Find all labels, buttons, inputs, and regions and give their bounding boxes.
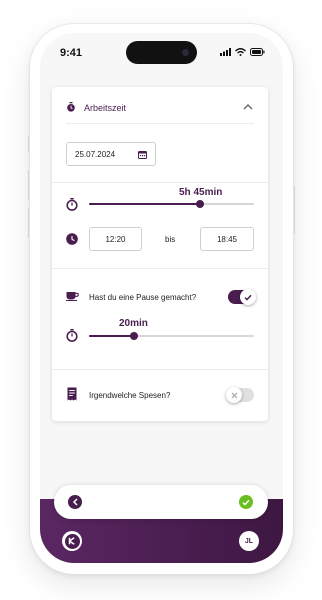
battery-icon xyxy=(250,48,265,56)
phone-screen: 9:41 Arbeitszeit 25.07.2024 5h 45min 12:… xyxy=(40,33,283,563)
stopwatch-icon xyxy=(67,102,75,112)
date-value: 25.07.2024 xyxy=(75,149,116,159)
camera-dot xyxy=(182,49,189,56)
time-range-separator: bis xyxy=(165,235,176,244)
calendar-icon[interactable] xyxy=(138,150,147,159)
clock-icon xyxy=(66,233,78,245)
app-logo-button[interactable] xyxy=(62,531,82,551)
check-icon xyxy=(242,499,250,506)
pause-duration-slider-thumb[interactable] xyxy=(129,332,138,340)
close-icon xyxy=(231,392,237,398)
signal-icon xyxy=(220,48,231,56)
pause-duration-slider[interactable] xyxy=(89,332,254,340)
work-time-card: Arbeitszeit 25.07.2024 5h 45min 12:20 bi… xyxy=(52,87,268,421)
status-time: 9:41 xyxy=(60,47,83,59)
start-time-field[interactable]: 12:20 xyxy=(89,227,142,251)
end-time-field[interactable]: 18:45 xyxy=(200,227,254,251)
back-arrow-icon xyxy=(72,498,78,506)
app-logo-icon xyxy=(64,533,80,549)
card-title: Arbeitszeit xyxy=(84,103,127,113)
avatar-initials: JL xyxy=(244,537,254,545)
work-duration-label: 5h 45min xyxy=(179,187,223,198)
start-time-value: 12:20 xyxy=(105,234,126,244)
chevron-up-icon[interactable] xyxy=(243,103,253,110)
app-logo-glyph xyxy=(68,537,75,545)
check-icon xyxy=(244,294,252,301)
receipt-icon xyxy=(67,387,77,401)
expenses-toggle[interactable] xyxy=(226,387,254,403)
stopwatch-icon xyxy=(66,329,78,342)
dynamic-island xyxy=(126,41,197,64)
confirm-button[interactable] xyxy=(239,495,253,509)
pause-question: Hast du eine Pause gemacht? xyxy=(89,293,197,302)
section-divider xyxy=(52,369,268,370)
pause-toggle-knob xyxy=(240,289,256,305)
end-time-value: 18:45 xyxy=(216,234,238,244)
section-divider xyxy=(52,182,268,183)
pause-toggle[interactable] xyxy=(228,289,256,305)
status-icons xyxy=(220,48,265,56)
action-bar xyxy=(54,485,268,519)
expenses-question: Irgendwelche Spesen? xyxy=(89,391,171,400)
section-divider xyxy=(52,268,268,269)
back-button[interactable] xyxy=(68,495,82,509)
expenses-toggle-knob xyxy=(226,387,242,403)
work-duration-slider-fill xyxy=(89,203,200,205)
avatar[interactable]: JL xyxy=(239,531,259,551)
pause-duration-label: 20min xyxy=(119,318,148,329)
wifi-icon xyxy=(235,48,246,56)
pause-duration-slider-fill xyxy=(89,335,134,337)
work-duration-slider-thumb[interactable] xyxy=(195,200,204,208)
status-bar: 9:41 xyxy=(40,33,283,73)
stopwatch-icon xyxy=(66,198,78,211)
work-duration-slider[interactable] xyxy=(89,200,254,208)
coffee-cup-icon xyxy=(66,292,79,301)
date-field[interactable]: 25.07.2024 xyxy=(66,142,156,166)
header-divider xyxy=(66,123,254,124)
